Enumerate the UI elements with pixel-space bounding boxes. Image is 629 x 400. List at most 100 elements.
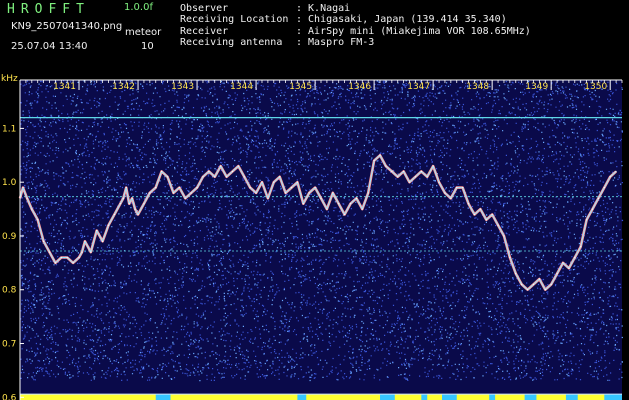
trace-point	[609, 176, 611, 178]
trace-point	[562, 262, 564, 264]
trace-point	[432, 165, 434, 167]
trace-point	[214, 176, 216, 178]
trace-point	[26, 197, 28, 199]
power-gap	[489, 394, 496, 400]
trace-point	[603, 186, 605, 189]
trace-point	[128, 203, 130, 205]
power-gap	[441, 394, 457, 400]
trace-point	[391, 170, 393, 173]
trace-point	[580, 246, 582, 248]
trace-point	[462, 186, 464, 189]
trace-point	[450, 197, 452, 199]
trace-point	[96, 229, 98, 232]
trace-point	[615, 170, 617, 173]
trace-point	[102, 240, 104, 242]
trace-point	[403, 170, 405, 173]
trace-point	[479, 208, 481, 210]
trace-point	[574, 256, 576, 259]
trace-point	[568, 267, 570, 269]
x-tick-label: 1346	[348, 82, 371, 92]
trace-point	[497, 224, 499, 226]
trace-point	[538, 278, 540, 280]
x-tick-label: 1344	[230, 82, 253, 92]
trace-point	[556, 273, 558, 275]
trace-point	[231, 170, 234, 173]
power-gap	[155, 394, 171, 400]
trace-point	[66, 256, 68, 259]
power-gap	[524, 394, 537, 400]
trace-point	[597, 197, 599, 199]
trace-point	[220, 165, 222, 167]
trace-point	[408, 181, 411, 183]
x-tick-label: 1342	[112, 82, 135, 92]
trace-point	[302, 203, 304, 205]
trace-point	[349, 203, 352, 205]
trace-point	[122, 197, 124, 199]
trace-point	[184, 197, 186, 199]
trace-point	[149, 192, 151, 194]
y-tick-label: 0.6	[2, 393, 17, 400]
trace-point	[308, 192, 310, 194]
plot-background	[20, 80, 622, 400]
trace-point	[526, 289, 529, 291]
power-gap	[565, 394, 578, 400]
power-gap	[421, 394, 428, 400]
power-gap	[297, 394, 307, 400]
trace-point	[320, 197, 322, 199]
trace-point	[544, 289, 546, 291]
trace-point	[249, 186, 251, 189]
trace-point	[284, 192, 287, 194]
trace-point	[344, 213, 346, 216]
trace-point	[444, 192, 446, 194]
trace-point	[72, 262, 74, 264]
trace-point	[314, 186, 316, 189]
x-tick-label: 1345	[289, 82, 312, 92]
trace-point	[155, 186, 157, 189]
trace-point	[225, 176, 228, 178]
trace-point	[373, 160, 375, 162]
trace-point	[296, 181, 298, 183]
trace-point	[131, 197, 133, 199]
trace-point	[161, 170, 163, 173]
x-tick-label: 1349	[525, 82, 548, 92]
trace-point	[367, 192, 369, 194]
trace-point	[532, 283, 535, 285]
trace-point	[550, 283, 552, 285]
trace-point	[273, 181, 275, 183]
y-tick-label: 1.0	[2, 178, 17, 188]
trace-point	[22, 186, 24, 189]
trace-point	[261, 181, 263, 183]
trace-point	[379, 154, 381, 156]
trace-point	[81, 251, 83, 253]
trace-point	[255, 192, 257, 194]
trace-point	[467, 203, 470, 205]
trace-point	[119, 203, 121, 205]
power-gap	[604, 394, 622, 400]
trace-point	[326, 208, 328, 210]
trace-point	[355, 197, 358, 199]
trace-point	[107, 224, 110, 226]
trace-point	[90, 251, 92, 253]
power-gap	[380, 394, 395, 400]
trace-point	[591, 208, 594, 210]
y-tick-label: 0.8	[2, 286, 17, 296]
trace-point	[190, 192, 192, 194]
trace-point	[485, 219, 487, 221]
trace-point	[290, 186, 293, 189]
x-tick-label: 1343	[171, 82, 194, 92]
x-tick-label: 1347	[407, 82, 430, 92]
trace-point	[385, 165, 387, 167]
trace-point	[43, 240, 45, 242]
trace-point	[202, 176, 204, 178]
trace-point	[515, 273, 517, 275]
x-tick-label: 1350	[584, 82, 607, 92]
trace-point	[31, 208, 33, 210]
x-tick-label: 1348	[466, 82, 489, 92]
trace-point	[473, 213, 476, 216]
trace-point	[397, 176, 399, 178]
trace-point	[456, 186, 458, 189]
trace-point	[84, 240, 86, 242]
trace-point	[134, 208, 136, 210]
y-tick-label: 1.1	[2, 124, 16, 134]
trace-point	[426, 176, 428, 178]
